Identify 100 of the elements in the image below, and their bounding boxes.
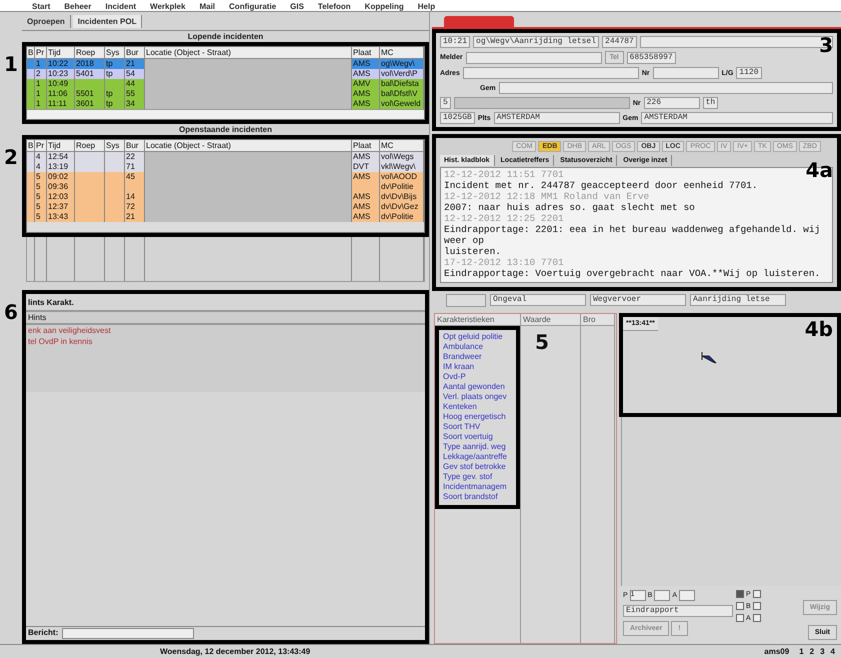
checkbox[interactable]	[752, 614, 761, 622]
incident-row[interactable]: 5 12:37 72 AMS dv\Dv\Gez	[27, 202, 424, 212]
characteristic-item[interactable]: Type aanrijd. weg	[439, 441, 516, 451]
menu-item[interactable]: Beheer	[64, 2, 92, 11]
postcode-field[interactable]: 1025GB	[440, 112, 475, 124]
characteristic-item[interactable]: Soort brandstof	[439, 491, 516, 501]
characteristic-item[interactable]: Soort THV	[439, 421, 516, 431]
characteristic-item[interactable]: Lekkage/aantreffe	[439, 451, 516, 461]
column-header[interactable]: Sys	[105, 47, 125, 58]
incident-row[interactable]: 5 09:02 45 AMS vol\AOOD	[27, 172, 424, 182]
menu-item[interactable]: Koppeling	[364, 2, 404, 11]
characteristic-item[interactable]: IM kraan	[439, 361, 516, 371]
checkbox[interactable]	[752, 590, 761, 598]
column-header[interactable]: Plaat	[352, 140, 380, 151]
input-field[interactable]	[498, 82, 833, 94]
characteristic-item[interactable]: Verl. plaats ongev	[439, 391, 516, 401]
column-header[interactable]: MC	[380, 140, 424, 151]
log-entry: Eindrapportage: Voertuig overgebracht naar VOA.**Wij op luisteren.	[444, 268, 822, 279]
message-field[interactable]	[62, 628, 194, 639]
page-button[interactable]: 4	[830, 647, 835, 656]
page-button[interactable]: 3	[820, 647, 825, 656]
characteristic-item[interactable]: Hoog energetisch	[439, 411, 516, 421]
tab[interactable]: Incidenten POL	[72, 15, 142, 28]
column-header[interactable]: Pr	[35, 47, 47, 58]
column-header[interactable]: Waarde	[521, 314, 580, 326]
incident-row[interactable]: 4 13:19 71 DVT vkl\Wegv\	[27, 162, 424, 172]
checkbox[interactable]	[736, 590, 744, 598]
incident-row[interactable]: 5 09:36 dv\Politie	[27, 182, 424, 192]
menu-item[interactable]: Werkplek	[150, 2, 186, 11]
incident-row[interactable]: 2 10:23 5401 tp 54 AMS vol\Verd\P	[27, 69, 424, 79]
menu-item[interactable]: Configuratie	[229, 2, 276, 11]
section-title: Openstaande incidenten	[179, 125, 272, 134]
characteristic-item[interactable]: Gev stof betrokke	[439, 461, 516, 471]
characteristic-item[interactable]: Opt geluid politie	[439, 331, 516, 341]
phone-field[interactable]: 685358997	[626, 52, 676, 64]
input-field[interactable]	[454, 97, 630, 109]
log-timestamp: 12-12-2012 12:25 2201	[444, 213, 565, 224]
tab[interactable]: lints Karakt.	[28, 298, 74, 307]
incident-row[interactable]: 5 13:43 21 AMS dv\Politie	[27, 212, 424, 222]
kar-button[interactable]	[446, 294, 486, 307]
input-field[interactable]	[466, 52, 602, 64]
menu-item[interactable]: GIS	[290, 2, 304, 11]
column-header[interactable]: Roep	[75, 140, 105, 151]
page-button[interactable]: 2	[810, 647, 814, 656]
column-header[interactable]: Locatie (Object - Straat)	[145, 140, 352, 151]
input-field[interactable]: 1120	[736, 67, 762, 79]
menu-item[interactable]: Telefoon	[318, 2, 351, 11]
table-cell: 13:43	[47, 212, 75, 222]
characteristic-item[interactable]: Ovd-P	[439, 371, 516, 381]
checkbox[interactable]	[736, 602, 744, 610]
characteristic-item[interactable]: Aantal gewonden	[439, 381, 516, 391]
characteristic-item[interactable]: Kenteken	[439, 401, 516, 411]
characteristic-item[interactable]: Type gev. stof	[439, 471, 516, 481]
characteristic-item[interactable]: Soort voertuig	[439, 431, 516, 441]
spin-field[interactable]	[679, 590, 696, 601]
checkbox[interactable]	[736, 614, 744, 622]
column-header[interactable]: Sys	[105, 140, 125, 151]
incident-row[interactable]: 4 12:54 22 AMS vol\Wegs	[27, 152, 424, 162]
input-field[interactable]: th	[702, 97, 718, 109]
column-header[interactable]: Tijd	[47, 140, 75, 151]
menu-item[interactable]: Help	[418, 2, 436, 11]
column-header[interactable]: Locatie (Object - Straat)	[145, 47, 352, 58]
column-header[interactable]: B	[27, 140, 35, 151]
input-field[interactable]: 226	[644, 97, 700, 109]
checkbox[interactable]	[752, 602, 761, 610]
column-header[interactable]: Karakteristieken	[435, 314, 520, 326]
characteristic-item[interactable]: Incidentmanagem	[439, 481, 516, 491]
classification-dropdown[interactable]: Ongeval	[490, 294, 586, 306]
column-header[interactable]: Tijd	[47, 47, 75, 58]
incident-row[interactable]: 1 10:49 44 AMV bal\Diefsta	[27, 79, 424, 89]
field-label: Bericht:	[28, 628, 58, 639]
column-header[interactable]: MC	[380, 47, 424, 58]
spin-field[interactable]	[654, 590, 670, 601]
column-header[interactable]: Roep	[75, 47, 105, 58]
incident-row[interactable]: 1 11:06 5501 tp 55 AMS bal\Dfstl\V	[27, 89, 424, 99]
input-field[interactable]: 5	[440, 97, 451, 109]
column-header[interactable]: Pr	[35, 140, 47, 151]
column-header[interactable]: Bur	[125, 140, 145, 151]
column-header[interactable]: B	[27, 47, 35, 58]
column-header[interactable]: Plaat	[352, 47, 380, 58]
city-field[interactable]: AMSTERDAM	[494, 112, 620, 124]
municipality-field[interactable]: AMSTERDAM	[641, 112, 833, 124]
status-dropdown[interactable]: Eindrapport	[623, 605, 733, 617]
input-field[interactable]	[462, 67, 639, 79]
menu-item[interactable]: Start	[32, 2, 50, 11]
incident-row[interactable]: 1 10:22 2018 tp 21 AMS og\Wegv\	[27, 59, 424, 69]
scrollbar[interactable]	[27, 109, 424, 119]
summary-field: og\Wegv\Aanrijding letsel	[473, 36, 600, 48]
characteristic-item[interactable]: Brandweer	[439, 351, 516, 361]
classification-dropdown[interactable]: Aanrijding letse	[690, 294, 786, 306]
page-button[interactable]: 1	[799, 647, 804, 656]
incident-row[interactable]: 5 12:03 14 AMS dv\Dv\Bijs	[27, 192, 424, 202]
classification-dropdown[interactable]: Wegvervoer	[590, 294, 686, 306]
incident-row[interactable]: 1 11:11 3601 tp 34 AMS vol\Geweld	[27, 99, 424, 109]
characteristic-item[interactable]: Ambulance	[439, 341, 516, 351]
menu-item[interactable]: Mail	[199, 2, 216, 11]
menu-item[interactable]: Incident	[105, 2, 136, 11]
input-field[interactable]	[652, 67, 719, 79]
column-header[interactable]: Bur	[125, 47, 145, 58]
column-header[interactable]: Bro	[581, 314, 614, 326]
